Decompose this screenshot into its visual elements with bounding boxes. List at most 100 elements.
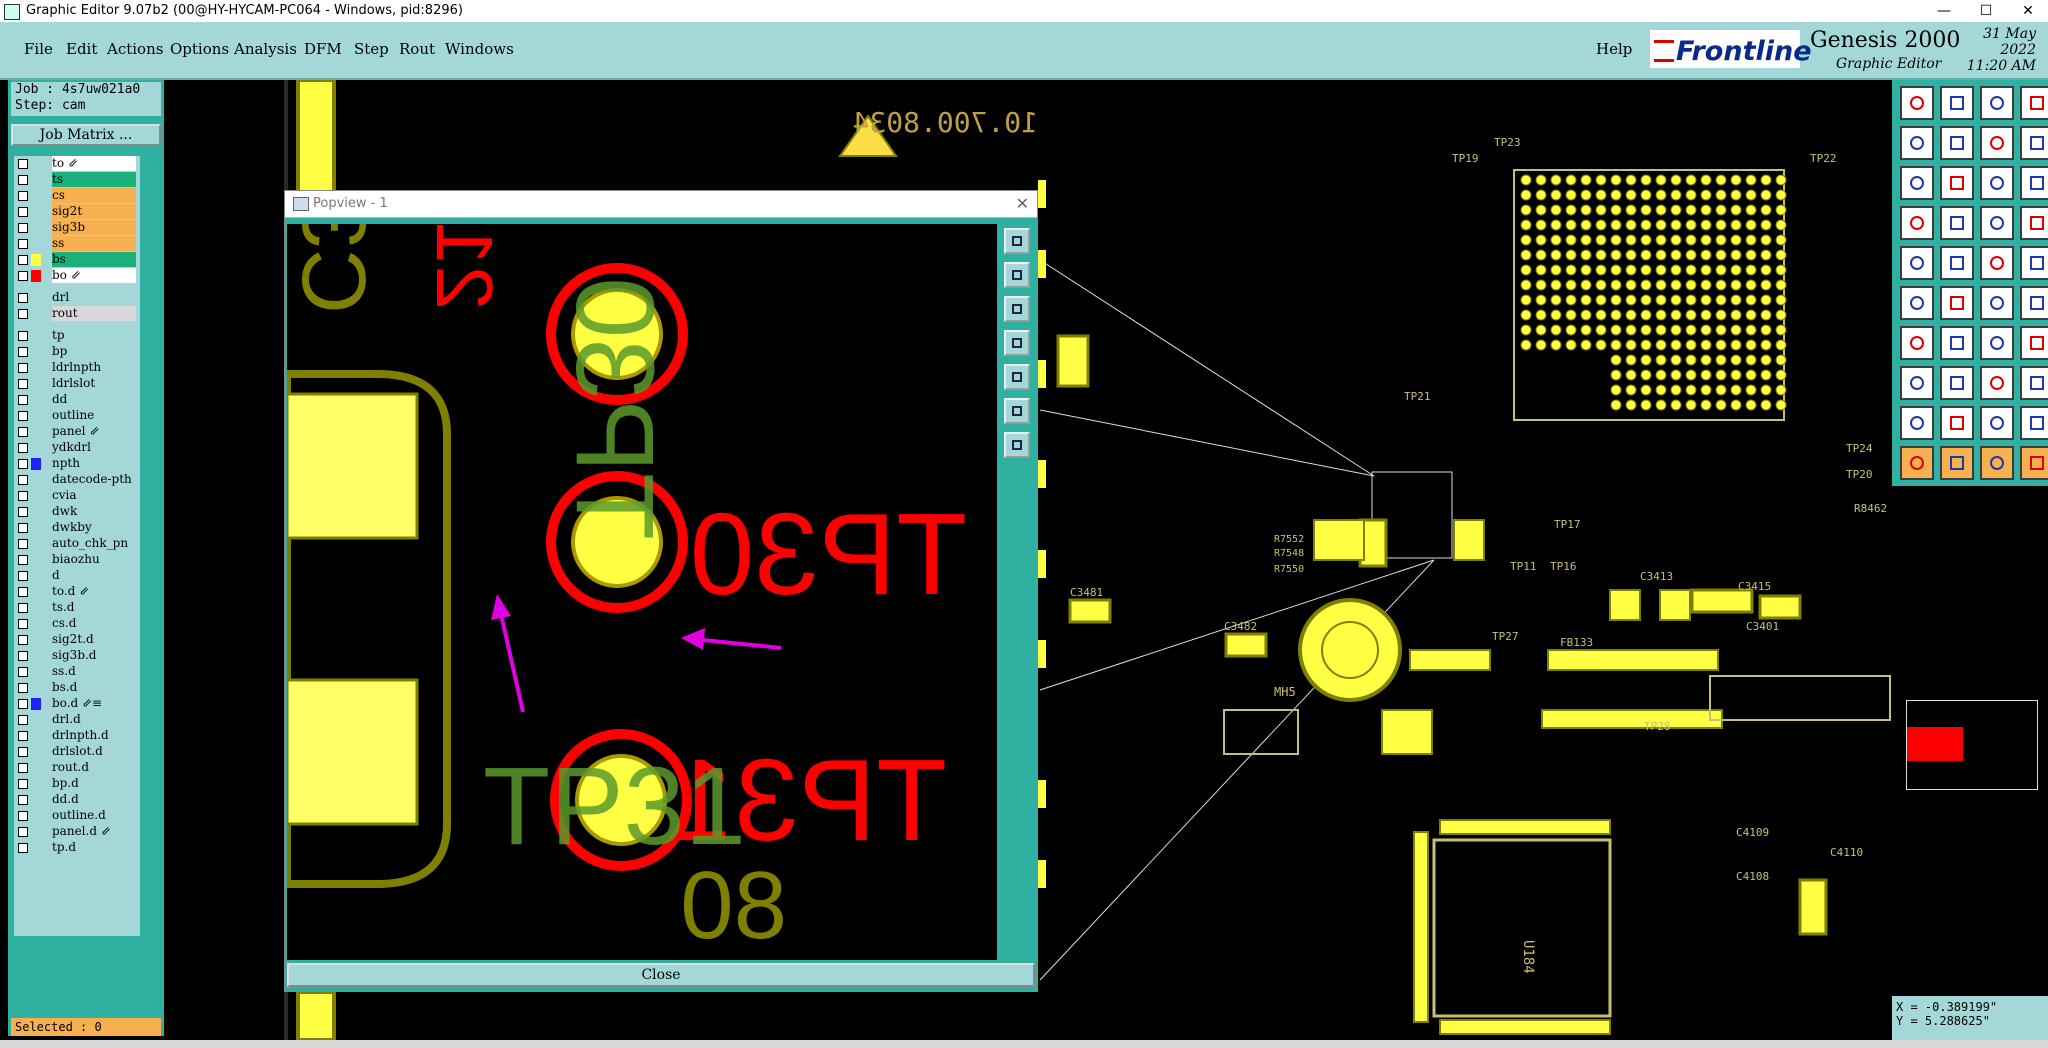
tool-rect-icon[interactable] [1940,206,1974,240]
tool-route-icon[interactable] [1980,286,2014,320]
layer-name[interactable]: tp.d [52,840,136,855]
layer-checkbox[interactable] [18,587,28,597]
minimize-button[interactable]: — [1924,0,1964,22]
layer-name[interactable]: npth [52,456,136,471]
layer-checkbox[interactable] [18,491,28,501]
layer-name[interactable]: sig3b.d [52,648,136,663]
layer-name[interactable]: cs [52,188,136,203]
popview-tool-pan[interactable] [1004,330,1030,356]
layer-name[interactable]: bp [52,344,136,359]
layer-row-bo[interactable]: bo ⇙ [14,268,140,284]
layer-name[interactable]: drl [52,290,136,305]
menu-options[interactable]: Options [170,40,229,58]
tool-text-icon[interactable] [2020,166,2048,200]
menu-step[interactable]: Step [354,40,389,58]
layer-row-npth[interactable]: npth [14,456,140,472]
menu-analysis[interactable]: Analysis [234,40,297,58]
layer-name[interactable]: cvia [52,488,136,503]
layer-name[interactable]: dd [52,392,136,407]
tool-pick-icon[interactable] [1900,366,1934,400]
layer-name[interactable]: bo ⇙ [52,268,136,283]
layer-row-cs.d[interactable]: cs.d [14,616,140,632]
tool-net-icon[interactable] [2020,286,2048,320]
layer-checkbox[interactable] [18,571,28,581]
layer-checkbox[interactable] [18,539,28,549]
layer-checkbox[interactable] [18,459,28,469]
tool-line-icon[interactable] [1980,206,2014,240]
layer-row-outline.d[interactable]: outline.d [14,808,140,824]
layer-row-to[interactable]: to ⇙ [14,156,140,172]
layer-name[interactable]: dd.d [52,792,136,807]
layer-checkbox[interactable] [18,427,28,437]
layer-name[interactable]: ts.d [52,600,136,615]
layer-row-dd[interactable]: dd [14,392,140,408]
tool-snap-icon[interactable] [1940,166,1974,200]
layer-row-to.d[interactable]: to.d ⇙ [14,584,140,600]
layer-row-cs[interactable]: cs [14,188,140,204]
tool-panel-icon[interactable] [2020,86,2048,120]
layer-name[interactable]: ts [52,172,136,187]
tool-highlight-icon[interactable] [1980,326,2014,360]
layer-checkbox[interactable] [18,795,28,805]
layer-row-dwkby[interactable]: dwkby [14,520,140,536]
menu-actions[interactable]: Actions [107,40,163,58]
tool-save-icon[interactable] [1940,86,1974,120]
layer-checkbox[interactable] [18,811,28,821]
tool-copy-icon[interactable] [2020,246,2048,280]
layer-checkbox[interactable] [18,395,28,405]
layer-row-cvia[interactable]: cvia [14,488,140,504]
layer-name[interactable]: sig2t [52,204,136,219]
layer-name[interactable]: drlslot.d [52,744,136,759]
layer-name[interactable]: bo.d ⇙≡ [52,696,136,711]
layer-row-sig2t[interactable]: sig2t [14,204,140,220]
layer-row-d[interactable]: d [14,568,140,584]
layer-name[interactable]: ss [52,236,136,251]
layer-row-rout.d[interactable]: rout.d [14,760,140,776]
layer-row-tp[interactable]: tp [14,328,140,344]
layer-checkbox[interactable] [18,191,28,201]
tool-fill-icon[interactable] [1900,326,1934,360]
job-matrix-button[interactable]: Job Matrix ... [11,124,161,146]
layer-row-datecode-pth[interactable]: datecode-pth [14,472,140,488]
layer-name[interactable]: panel.d ⇙ [52,824,136,839]
maximize-button[interactable]: ☐ [1966,0,2006,22]
layer-row-ydkdrl[interactable]: ydkdrl [14,440,140,456]
popview-tool-home[interactable] [1004,364,1030,390]
tool-save-icon[interactable] [2020,406,2048,440]
popview-tool-zoom-in[interactable] [1004,262,1030,288]
tool-help-icon[interactable] [2020,126,2048,160]
layer-name[interactable]: d [52,568,136,583]
layer-checkbox[interactable] [18,507,28,517]
popview-close-icon[interactable]: ✕ [1016,191,1029,217]
layer-row-auto_chk_pn[interactable]: auto_chk_pn [14,536,140,552]
tool-pad-icon[interactable] [2020,206,2048,240]
layer-name[interactable]: dwkby [52,520,136,535]
tool-add-icon[interactable] [1900,286,1934,320]
tool-panel-icon[interactable] [1940,446,1974,480]
layer-row-panel[interactable]: panel ⇙ [14,424,140,440]
layer-row-bo.d[interactable]: bo.d ⇙≡ [14,696,140,712]
tool-undo-icon[interactable] [2020,366,2048,400]
layer-row-ss.d[interactable]: ss.d [14,664,140,680]
tool-zoom-out-icon[interactable] [1940,126,1974,160]
layer-row-bs[interactable]: bs [14,252,140,268]
layer-name[interactable]: outline [52,408,136,423]
tool-cut-icon[interactable] [1940,406,1974,440]
layer-checkbox[interactable] [18,223,28,233]
tool-zoom-out-icon[interactable] [2020,446,2048,480]
layer-row-sig3b.d[interactable]: sig3b.d [14,648,140,664]
layer-checkbox[interactable] [18,175,28,185]
layer-name[interactable]: sig2t.d [52,632,136,647]
menu-edit[interactable]: Edit [66,40,97,58]
tool-rotate-icon[interactable] [1980,366,2014,400]
layer-row-drlslot.d[interactable]: drlslot.d [14,744,140,760]
popview-tool-fit[interactable] [1004,228,1030,254]
layer-checkbox[interactable] [18,411,28,421]
layer-checkbox[interactable] [18,699,28,709]
close-window-button[interactable]: ✕ [2008,0,2048,22]
layer-name[interactable]: to ⇙ [52,156,136,171]
layer-name[interactable]: ss.d [52,664,136,679]
layer-name[interactable]: bs.d [52,680,136,695]
layer-name[interactable]: outline.d [52,808,136,823]
layer-checkbox[interactable] [18,651,28,661]
